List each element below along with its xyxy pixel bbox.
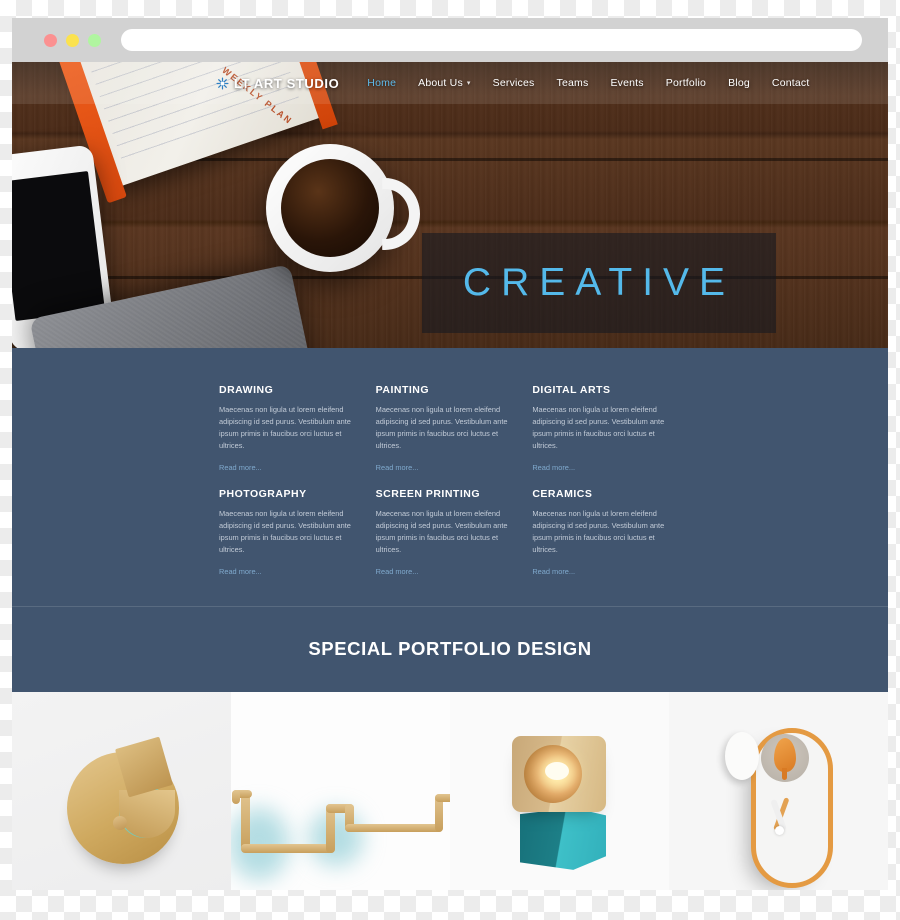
nav-label: Services [492,77,535,89]
dispenser-knob [113,815,127,830]
nav-label: Portfolio [665,77,707,89]
portfolio-heading: SPECIAL PORTFOLIO DESIGN [308,638,592,660]
service-card-digital-arts: DIGITAL ARTS Maecenas non ligula ut lore… [532,384,688,488]
service-card-painting: PAINTING Maecenas non ligula ut lorem el… [376,384,532,488]
nav-item-portfolio[interactable]: Portfolio [666,77,706,89]
service-description: Maecenas non ligula ut lorem eleifend ad… [219,508,351,554]
portfolio-heading-section: SPECIAL PORTFOLIO DESIGN [12,606,888,692]
nav-item-contact[interactable]: Contact [772,77,810,89]
nav-label: Teams [556,77,589,89]
portfolio-item-modern-cuckoo-clock[interactable] [669,691,888,890]
portfolio-grid [12,691,888,890]
nav-label: About Us [418,77,463,89]
service-description: Maecenas non ligula ut lorem eleifend ad… [375,405,508,450]
close-window-button[interactable] [44,33,57,47]
coffee-cup-object [266,144,420,272]
snowflake-icon [216,76,229,90]
site-navbar: LT ART STUDIO Home About Us ▾ Services Te… [12,62,888,104]
site-logo-text: LT ART STUDIO [234,75,340,91]
services-grid: DRAWING Maecenas non ligula ut lorem ele… [219,384,689,592]
clock-door [725,731,759,780]
url-input[interactable] [121,29,862,51]
coffee-liquid [281,159,379,257]
section-divider [12,605,888,607]
service-read-more-link[interactable]: Read more... [219,567,262,576]
site-logo[interactable]: LT ART STUDIO [216,76,339,91]
zigzag-shelf-illustration [231,789,450,880]
shelf-segment [241,843,335,853]
service-read-more-link[interactable]: Read more... [532,463,575,472]
service-title: DIGITAL ARTS [532,384,611,396]
tape-dispenser-illustration [67,736,187,872]
service-read-more-link[interactable]: Read more... [219,463,262,472]
minimize-window-button[interactable] [66,33,79,47]
service-card-ceramics: CERAMICS Maecenas non ligula ut lorem el… [532,488,688,592]
nav-item-about-us[interactable]: About Us ▾ [418,77,471,89]
service-card-drawing: DRAWING Maecenas non ligula ut lorem ele… [219,384,375,488]
browser-window: WEEKLY PLAN LT ART STUDIO Home About Us … [12,18,888,890]
cube-lamp-illustration [512,735,608,886]
nav-label: Contact [771,77,810,89]
portfolio-item-wooden-tape-dispenser[interactable] [12,691,231,890]
service-description: Maecenas non ligula ut lorem eleifend ad… [375,508,508,554]
cuckoo-bird-icon [774,737,796,780]
nav-item-services[interactable]: Services [493,77,535,89]
hero-headline: CREATIVE [462,261,736,304]
service-description: Maecenas non ligula ut lorem eleifend ad… [219,405,351,450]
shelf-segment [232,789,240,804]
shelf-segment [435,793,450,802]
lamp-teal-base [520,807,606,870]
lamp-bulb [545,761,569,780]
service-title: PAINTING [375,384,430,396]
service-title: DRAWING [219,384,274,396]
nav-item-home[interactable]: Home [367,77,396,89]
service-read-more-link[interactable]: Read more... [376,463,419,472]
service-card-photography: PHOTOGRAPHY Maecenas non ligula ut lorem… [219,488,375,592]
nav-item-events[interactable]: Events [610,77,643,89]
window-controls [44,33,101,47]
portfolio-item-wooden-cube-lamp[interactable] [450,691,669,890]
nav-label: Blog [728,77,750,89]
service-title: CERAMICS [532,487,593,500]
service-read-more-link[interactable]: Read more... [376,567,419,576]
nav-item-blog[interactable]: Blog [728,77,750,89]
hero-headline-banner: CREATIVE [422,233,776,333]
main-menu: Home About Us ▾ Services Teams Events Por… [367,77,809,89]
lamp-wooden-cube [512,735,606,812]
browser-chrome-bar [12,18,888,62]
service-read-more-link[interactable]: Read more... [532,567,575,576]
service-title: SCREEN PRINTING [375,487,480,500]
hero-section: WEEKLY PLAN LT ART STUDIO Home About Us … [12,62,888,348]
shelf-segment [345,823,443,832]
page-viewport: WEEKLY PLAN LT ART STUDIO Home About Us … [12,62,888,890]
cuckoo-clock-illustration [725,718,835,890]
nav-label: Events [610,77,644,89]
shelf-segment [241,789,250,852]
maximize-window-button[interactable] [88,33,101,47]
service-description: Maecenas non ligula ut lorem eleifend ad… [532,508,665,554]
clock-center-pin [775,825,784,835]
services-section: DRAWING Maecenas non ligula ut lorem ele… [12,348,888,607]
service-title: PHOTOGRAPHY [219,487,307,500]
chevron-down-icon: ▾ [466,80,471,87]
nav-item-teams[interactable]: Teams [557,77,589,89]
service-card-screen-printing: SCREEN PRINTING Maecenas non ligula ut l… [376,488,532,592]
phone-screen [12,171,105,321]
service-description: Maecenas non ligula ut lorem eleifend ad… [532,405,665,450]
portfolio-item-wooden-zigzag-wall-shelf[interactable] [231,691,450,890]
shelf-shadow [309,809,363,866]
nav-label: Home [367,77,397,89]
